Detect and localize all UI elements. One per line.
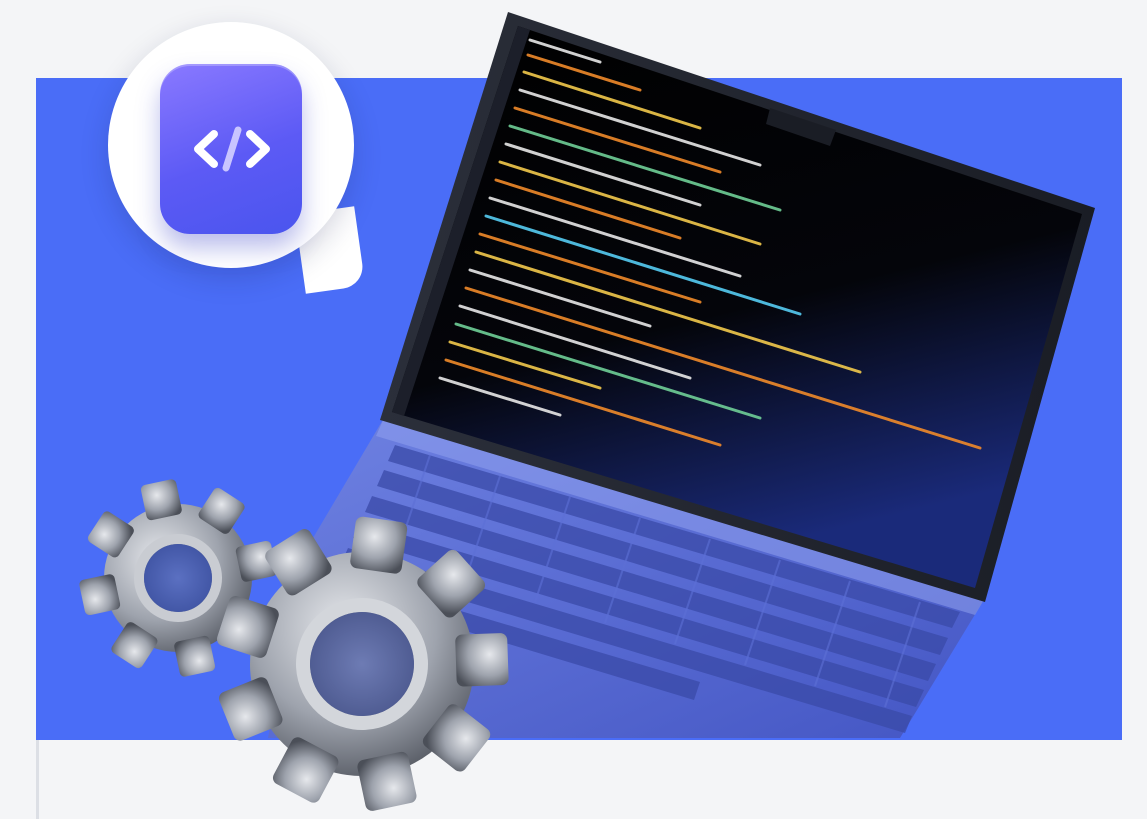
gears-illustration	[79, 479, 509, 811]
illustration-canvas	[0, 0, 1147, 819]
